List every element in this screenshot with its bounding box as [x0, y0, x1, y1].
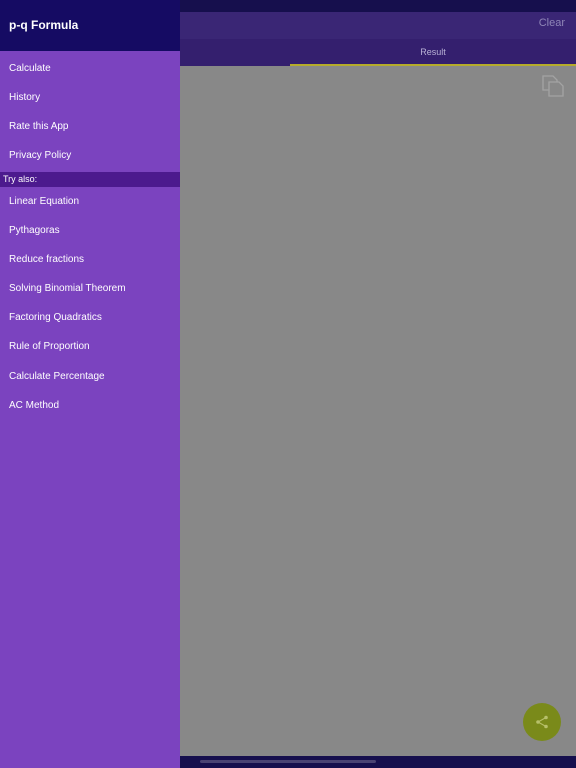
menu-item-label: Pythagoras [9, 225, 60, 236]
menu-item-label: Factoring Quadratics [9, 312, 102, 323]
menu-item-label: AC Method [9, 400, 60, 411]
menu-item-label: Rate this App [9, 121, 69, 132]
menu-item-label: Reduce fractions [9, 254, 85, 265]
navigation-drawer: p-q Formula Calculate History Rate this … [0, 0, 180, 768]
section-header-try-also: Try also: [0, 172, 180, 187]
share-button[interactable] [523, 703, 561, 741]
menu-item-label: Calculate Percentage [9, 371, 105, 382]
menu-item-rule-of-proportion[interactable]: Rule of Proportion [0, 333, 180, 362]
menu-item-factoring-quadratics[interactable]: Factoring Quadratics [0, 304, 180, 333]
menu-item-label: Solving Binomial Theorem [9, 283, 126, 294]
section-header-label: Try also: [3, 174, 38, 184]
menu-item-linear-equation[interactable]: Linear Equation [0, 188, 180, 217]
tab-result[interactable]: Result [290, 39, 576, 66]
drawer-header: p-q Formula [0, 0, 180, 51]
menu-item-label: Privacy Policy [9, 150, 72, 161]
menu-item-ac-method[interactable]: AC Method [0, 392, 180, 421]
menu-item-label: Linear Equation [9, 196, 80, 207]
menu-item-rate-app[interactable]: Rate this App [0, 113, 180, 142]
menu-item-pythagoras[interactable]: Pythagoras [0, 217, 180, 246]
menu-item-binomial-theorem[interactable]: Solving Binomial Theorem [0, 275, 180, 304]
menu-item-calculate-percentage[interactable]: Calculate Percentage [0, 363, 180, 392]
menu-item-reduce-fractions[interactable]: Reduce fractions [0, 246, 180, 275]
home-indicator[interactable] [200, 760, 376, 763]
copy-icon[interactable] [540, 74, 566, 98]
share-icon [536, 715, 548, 729]
menu-item-privacy-policy[interactable]: Privacy Policy [0, 142, 180, 171]
clear-button[interactable]: Clear [539, 17, 565, 29]
menu-item-label: History [9, 92, 41, 103]
menu-item-history[interactable]: History [0, 84, 180, 113]
drawer-title: p-q Formula [9, 18, 79, 32]
menu-item-label: Calculate [9, 63, 51, 74]
menu-item-calculate[interactable]: Calculate [0, 55, 180, 84]
menu-item-label: Rule of Proportion [9, 341, 90, 352]
